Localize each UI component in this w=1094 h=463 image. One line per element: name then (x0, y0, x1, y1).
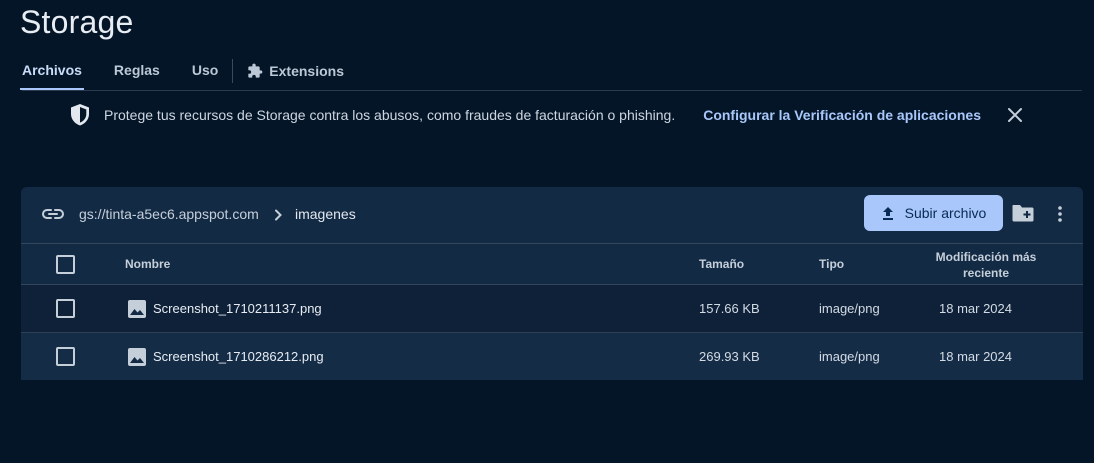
image-file-icon (128, 348, 146, 371)
breadcrumb-bucket[interactable]: gs://tinta-a5ec6.appspot.com (79, 206, 259, 222)
select-all-checkbox[interactable] (56, 255, 75, 274)
chevron-right-icon (273, 208, 283, 226)
image-file-icon (128, 300, 146, 323)
link-icon[interactable] (41, 206, 65, 227)
file-browser-card: gs://tinta-a5ec6.appspot.com imagenes Su… (21, 187, 1083, 380)
table-row[interactable]: Screenshot_1710286212.png 269.93 KB imag… (21, 333, 1083, 380)
column-header-size[interactable]: Tamaño (699, 257, 744, 271)
tab-divider (232, 59, 234, 83)
file-browser-toolbar: gs://tinta-a5ec6.appspot.com imagenes Su… (21, 187, 1083, 244)
file-type: image/png (819, 301, 880, 316)
app-check-banner: Protege tus recursos de Storage contra l… (70, 100, 1030, 130)
tab-extensions-label: Extensions (269, 63, 344, 79)
tab-archivos[interactable]: Archivos (20, 52, 84, 90)
tab-extensions[interactable]: Extensions (247, 52, 344, 90)
banner-message: Protege tus recursos de Storage contra l… (104, 107, 676, 123)
puzzle-icon (247, 63, 263, 79)
row-checkbox[interactable] (56, 299, 75, 318)
row-checkbox[interactable] (56, 347, 75, 366)
table-header: Nombre Tamaño Tipo Modificación más reci… (21, 244, 1083, 285)
tabs-underline-divider (22, 90, 1082, 91)
file-name[interactable]: Screenshot_1710211137.png (153, 301, 322, 316)
page-title: Storage (20, 4, 134, 40)
column-header-name[interactable]: Nombre (125, 257, 170, 271)
more-options-icon[interactable] (1057, 205, 1063, 228)
file-size: 269.93 KB (699, 349, 760, 364)
breadcrumb-current-folder[interactable]: imagenes (295, 206, 356, 222)
file-name[interactable]: Screenshot_1710286212.png (153, 349, 324, 364)
column-header-modified-line2: reciente (962, 266, 1010, 280)
shield-icon (70, 104, 90, 126)
upload-icon (881, 206, 895, 220)
file-type: image/png (819, 349, 880, 364)
tab-uso[interactable]: Uso (192, 52, 218, 90)
tab-bar: Archivos Reglas Uso Extensions (20, 52, 344, 90)
column-header-modified[interactable]: Modificación más reciente (926, 249, 1046, 281)
file-size: 157.66 KB (699, 301, 760, 316)
file-modified: 18 mar 2024 (939, 301, 1012, 316)
close-icon[interactable] (1007, 107, 1023, 123)
new-folder-icon[interactable] (1011, 203, 1035, 228)
table-row[interactable]: Screenshot_1710211137.png 157.66 KB imag… (21, 285, 1083, 333)
upload-file-button[interactable]: Subir archivo (864, 195, 1003, 231)
file-modified: 18 mar 2024 (939, 349, 1012, 364)
column-header-type[interactable]: Tipo (819, 257, 844, 271)
tab-reglas[interactable]: Reglas (114, 52, 160, 90)
column-header-modified-line1: Modificación más (935, 250, 1037, 264)
upload-file-label: Subir archivo (904, 205, 987, 221)
configure-app-check-link[interactable]: Configurar la Verificación de aplicacion… (703, 107, 981, 123)
